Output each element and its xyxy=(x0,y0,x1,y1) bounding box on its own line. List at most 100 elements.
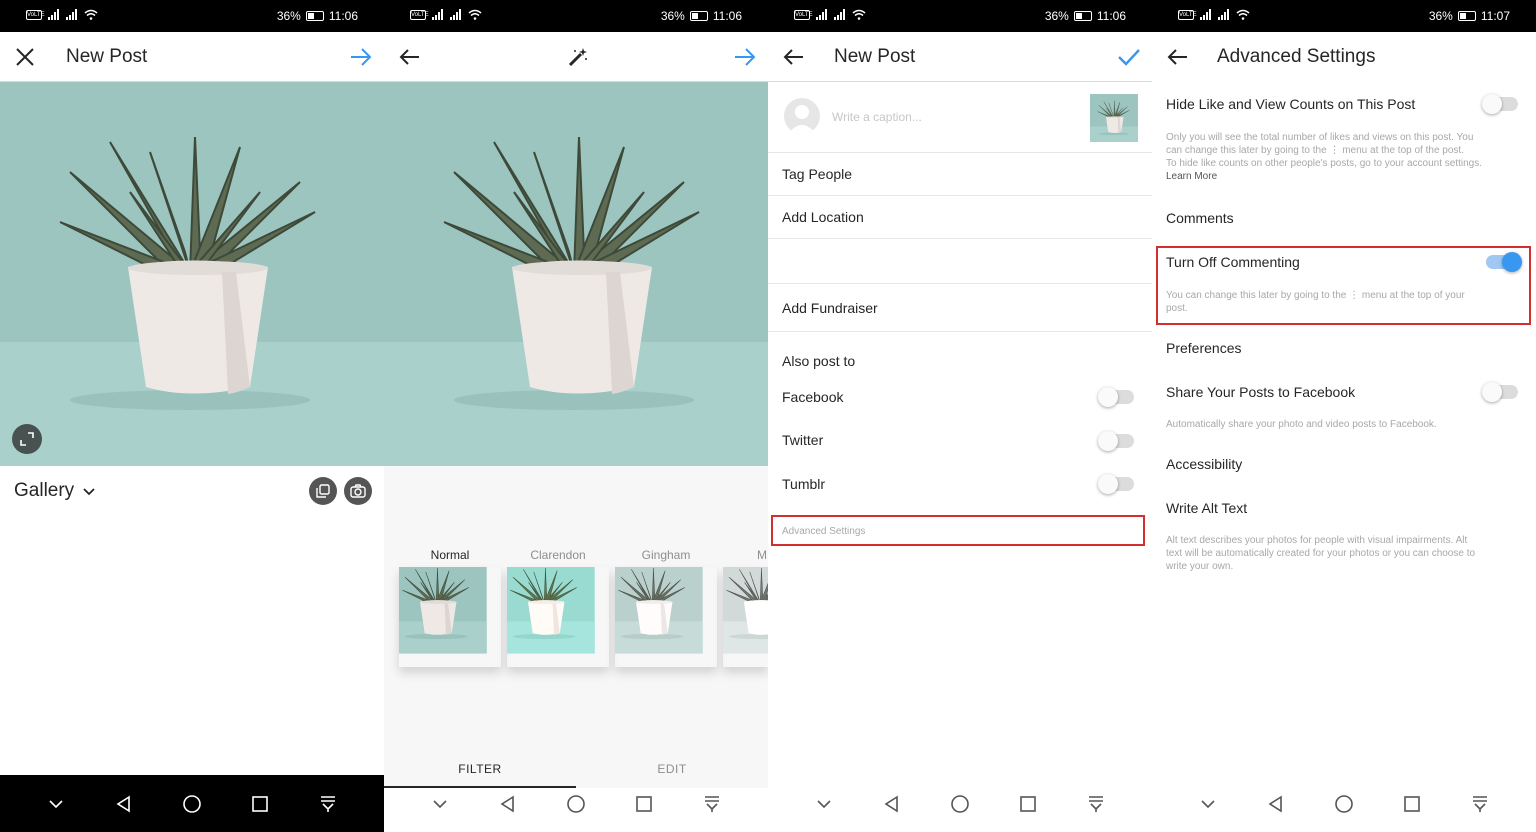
share-confirm-button[interactable] xyxy=(1116,44,1142,70)
checkmark-icon xyxy=(1118,49,1140,66)
back-button[interactable] xyxy=(1164,44,1190,70)
page-title: Advanced Settings xyxy=(1217,46,1376,67)
back-button[interactable] xyxy=(780,44,806,70)
back-triangle-icon[interactable] xyxy=(498,794,518,814)
arrow-left-icon xyxy=(399,49,419,65)
twitter-toggle[interactable] xyxy=(1098,431,1134,451)
back-button[interactable] xyxy=(396,44,422,70)
recents-square-icon[interactable] xyxy=(1402,794,1422,814)
hide-likes-desc-line-2: can change this later by going to the ⋮ … xyxy=(1166,145,1464,156)
clock: 11:06 xyxy=(1096,9,1126,23)
default-avatar-icon xyxy=(788,105,816,134)
alt-text-description: Alt text describes your photos for peopl… xyxy=(1166,534,1526,573)
next-button[interactable] xyxy=(732,44,758,70)
signal-icon-2 xyxy=(450,9,461,20)
status-right: 36% 11:07 xyxy=(1429,9,1510,23)
android-nav-bar xyxy=(1152,775,1536,832)
home-circle-icon[interactable] xyxy=(950,794,970,814)
preferences-heading: Preferences xyxy=(1166,340,1242,356)
expand-button[interactable] xyxy=(12,424,42,454)
recents-square-icon[interactable] xyxy=(250,794,270,814)
top-bar: Advanced Settings xyxy=(1152,32,1536,82)
tumblr-toggle[interactable] xyxy=(1098,474,1134,494)
recents-square-icon[interactable] xyxy=(634,794,654,814)
battery-icon xyxy=(689,11,708,21)
lux-button[interactable] xyxy=(565,44,591,70)
filter-thumb-clarendon[interactable] xyxy=(507,567,609,667)
back-triangle-icon[interactable] xyxy=(1266,794,1286,814)
learn-more-link[interactable]: Learn More xyxy=(1166,170,1526,183)
signal-icon-2 xyxy=(1218,9,1229,20)
home-circle-icon[interactable] xyxy=(566,794,586,814)
add-fundraiser-label: Add Fundraiser xyxy=(782,300,878,316)
home-circle-icon[interactable] xyxy=(1334,794,1354,814)
android-nav-bar xyxy=(0,775,384,832)
chevron-down-icon xyxy=(83,488,96,496)
chevron-down-icon[interactable] xyxy=(814,794,834,814)
signal-icon-2 xyxy=(834,9,845,20)
turn-off-desc-line-1: You can change this later by going to th… xyxy=(1166,290,1465,301)
advanced-settings-link[interactable]: Advanced Settings xyxy=(782,526,865,537)
filter-thumb-gingham[interactable] xyxy=(615,567,717,667)
notification-pull-icon[interactable] xyxy=(1470,794,1490,814)
signal-icon xyxy=(1200,9,1211,20)
chevron-down-icon[interactable] xyxy=(1198,794,1218,814)
clock: 11:07 xyxy=(1480,9,1510,23)
wifi-icon xyxy=(84,9,98,20)
clock: 11:06 xyxy=(328,9,358,23)
filter-thumb-partial[interactable] xyxy=(723,567,768,667)
battery-percent: 36% xyxy=(276,9,301,23)
signal-indicators: VoLTE xyxy=(1178,9,1250,20)
top-bar: New Post xyxy=(768,32,1152,82)
selected-photo[interactable] xyxy=(0,82,384,466)
hide-likes-toggle[interactable] xyxy=(1482,94,1518,114)
home-circle-icon[interactable] xyxy=(182,794,202,814)
arrow-left-icon xyxy=(1167,49,1187,65)
status-right: 36% 11:06 xyxy=(1045,9,1126,23)
signal-icon-2 xyxy=(66,9,77,20)
filter-label-partial: M xyxy=(757,548,767,562)
page-title: New Post xyxy=(66,46,148,67)
hide-likes-description: Only you will see the total number of li… xyxy=(1166,131,1526,183)
avatar xyxy=(784,98,820,134)
write-alt-text-row[interactable]: Write Alt Text xyxy=(1166,500,1247,516)
divider xyxy=(768,195,1152,196)
android-nav-bar xyxy=(384,775,768,832)
back-triangle-icon[interactable] xyxy=(882,794,902,814)
recents-square-icon[interactable] xyxy=(1018,794,1038,814)
facebook-toggle[interactable] xyxy=(1098,387,1134,407)
back-triangle-icon[interactable] xyxy=(114,794,134,814)
gallery-dropdown[interactable]: Gallery xyxy=(14,480,96,502)
close-button[interactable] xyxy=(12,44,38,70)
tab-filter[interactable]: FILTER xyxy=(384,762,576,776)
volte-icon: VoLTE xyxy=(1178,9,1197,20)
hide-likes-label: Hide Like and View Counts on This Post xyxy=(1166,96,1416,112)
caption-input[interactable]: Write a caption... xyxy=(832,110,922,124)
status-bar: VoLTE 36% 11:06 xyxy=(0,0,384,32)
volte-icon: VoLTE xyxy=(410,9,429,20)
signal-indicators: VoLTE xyxy=(410,9,482,20)
notification-pull-icon[interactable] xyxy=(1086,794,1106,814)
battery-icon xyxy=(1457,11,1476,21)
camera-icon xyxy=(350,484,366,498)
turn-off-commenting-toggle[interactable] xyxy=(1486,252,1522,272)
share-facebook-toggle[interactable] xyxy=(1482,382,1518,402)
camera-button[interactable] xyxy=(344,477,372,505)
chevron-down-icon[interactable] xyxy=(46,794,66,814)
notification-pull-icon[interactable] xyxy=(318,794,338,814)
multi-select-button[interactable] xyxy=(309,477,337,505)
notification-pull-icon[interactable] xyxy=(702,794,722,814)
next-button[interactable] xyxy=(348,44,374,70)
status-bar: VoLTE 36% 11:06 xyxy=(384,0,768,32)
status-bar: VoLTE 36% 11:07 xyxy=(1152,0,1536,32)
facebook-label: Facebook xyxy=(782,389,844,405)
twitter-label: Twitter xyxy=(782,432,824,448)
filter-thumb-normal[interactable] xyxy=(399,567,501,667)
turn-off-desc-line-2: post. xyxy=(1166,303,1188,314)
chevron-down-icon[interactable] xyxy=(430,794,450,814)
tab-edit[interactable]: EDIT xyxy=(576,762,768,776)
status-bar: VoLTE 36% 11:06 xyxy=(768,0,1152,32)
filter-screen: VoLTE 36% 11:06 Normal Clarendon Gingham… xyxy=(384,0,768,832)
signal-icon xyxy=(816,9,827,20)
multi-select-icon xyxy=(316,484,330,498)
